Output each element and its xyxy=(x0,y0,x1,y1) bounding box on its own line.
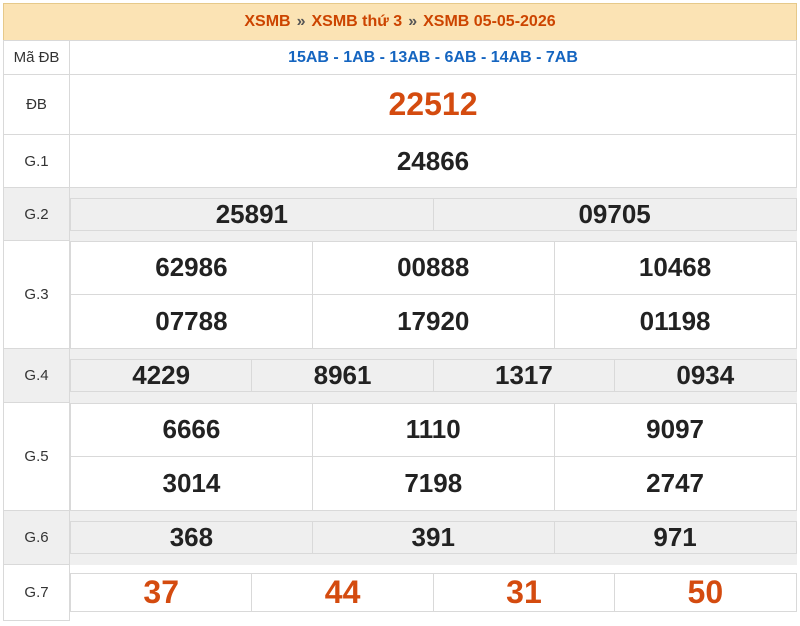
row-g4: G.4 4229 8961 1317 0934 xyxy=(3,348,797,403)
row-db: ĐB 22512 xyxy=(3,74,797,135)
prize-number-g5: 9097 xyxy=(553,402,797,457)
prize-number-g3: 10468 xyxy=(553,240,797,295)
result-table: Mã ĐB 15AB - 1AB - 13AB - 6AB - 14AB - 7… xyxy=(3,40,797,621)
prize-number-g5: 6666 xyxy=(70,402,313,457)
row-label: G.4 xyxy=(3,348,70,403)
prize-number-g4: 0934 xyxy=(614,359,797,392)
prize-number-g5: 7198 xyxy=(311,455,555,511)
row-label: G.6 xyxy=(3,510,70,565)
prize-number-g5: 3014 xyxy=(70,455,313,511)
row-g1: G.1 24866 xyxy=(3,134,797,188)
row-label: G.3 xyxy=(3,240,70,349)
breadcrumb-separator: » xyxy=(408,13,418,30)
prize-number-g7: 31 xyxy=(432,573,616,612)
prize-number-g7: 37 xyxy=(69,573,253,612)
breadcrumb: XSMB » XSMB thứ 3 » XSMB 05-05-2026 xyxy=(3,3,797,40)
row-label: G.5 xyxy=(3,402,70,511)
prize-number-g5: 2747 xyxy=(553,455,797,511)
row-g3: G.3 62986 00888 10468 07788 17920 01198 xyxy=(3,240,797,349)
breadcrumb-weekday-link[interactable]: XSMB thứ 3 xyxy=(312,13,403,31)
row-label: G.1 xyxy=(3,134,70,188)
row-label: G.7 xyxy=(3,564,70,621)
prize-number-g3: 62986 xyxy=(70,240,313,295)
prize-number-g4: 8961 xyxy=(251,359,434,392)
prize-number-g3: 01198 xyxy=(553,293,797,349)
prize-number-g7: 50 xyxy=(614,573,797,612)
prize-number-g3: 00888 xyxy=(311,240,555,295)
row-label: Mã ĐB xyxy=(3,40,70,75)
prize-number-g4: 1317 xyxy=(432,359,616,392)
prize-number-g7: 44 xyxy=(251,573,434,612)
special-codes: 15AB - 1AB - 13AB - 6AB - 14AB - 7AB xyxy=(69,40,797,75)
row-g2: G.2 25891 09705 xyxy=(3,187,797,241)
prize-number-g1: 24866 xyxy=(69,134,797,188)
prize-number-g3: 17920 xyxy=(311,293,555,349)
prize-number-g5: 1110 xyxy=(311,402,555,457)
row-label: G.2 xyxy=(3,187,70,241)
breadcrumb-separator: » xyxy=(296,13,306,30)
row-g5: G.5 6666 1110 9097 3014 7198 2747 xyxy=(3,402,797,511)
row-g7: G.7 37 44 31 50 xyxy=(3,564,797,621)
prize-number-g2: 25891 xyxy=(70,197,434,231)
prize-number-g4: 4229 xyxy=(69,359,253,392)
row-g6: G.6 368 391 971 xyxy=(3,510,797,565)
prize-number-db: 22512 xyxy=(69,74,797,135)
prize-number-g6: 391 xyxy=(311,521,555,554)
prize-number-g6: 971 xyxy=(553,521,797,554)
breadcrumb-date-link[interactable]: XSMB 05-05-2026 xyxy=(423,13,556,31)
lottery-result-panel: XSMB » XSMB thứ 3 » XSMB 05-05-2026 Mã Đ… xyxy=(0,0,800,626)
prize-number-g6: 368 xyxy=(70,521,313,554)
row-madb: Mã ĐB 15AB - 1AB - 13AB - 6AB - 14AB - 7… xyxy=(3,40,797,75)
prize-number-g3: 07788 xyxy=(70,293,313,349)
breadcrumb-xsmb-link[interactable]: XSMB xyxy=(244,13,290,31)
row-label: ĐB xyxy=(3,74,70,135)
prize-number-g2: 09705 xyxy=(432,197,797,231)
